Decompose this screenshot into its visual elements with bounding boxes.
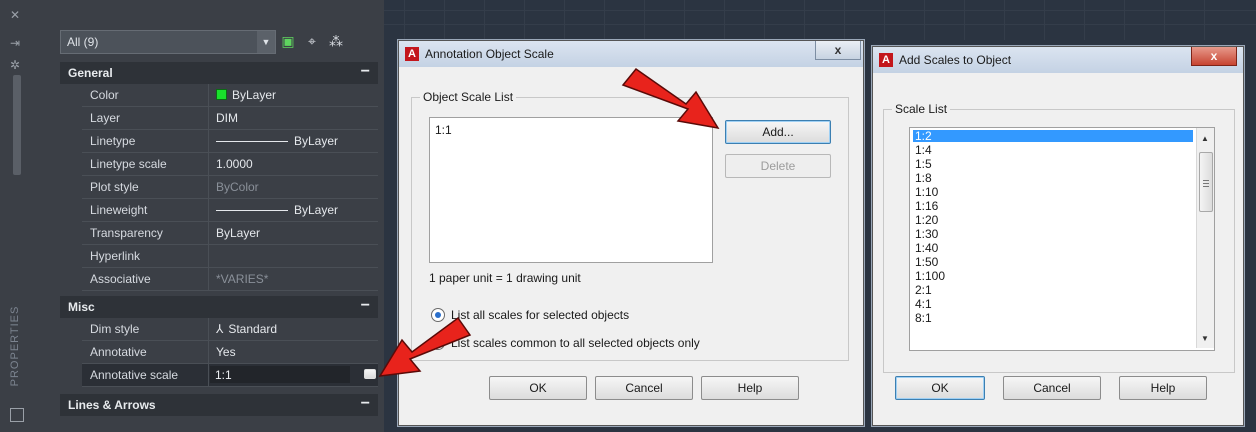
red-arrow-add bbox=[621, 67, 720, 130]
red-arrow-scale bbox=[378, 316, 472, 377]
annotation-arrows bbox=[378, 67, 720, 377]
